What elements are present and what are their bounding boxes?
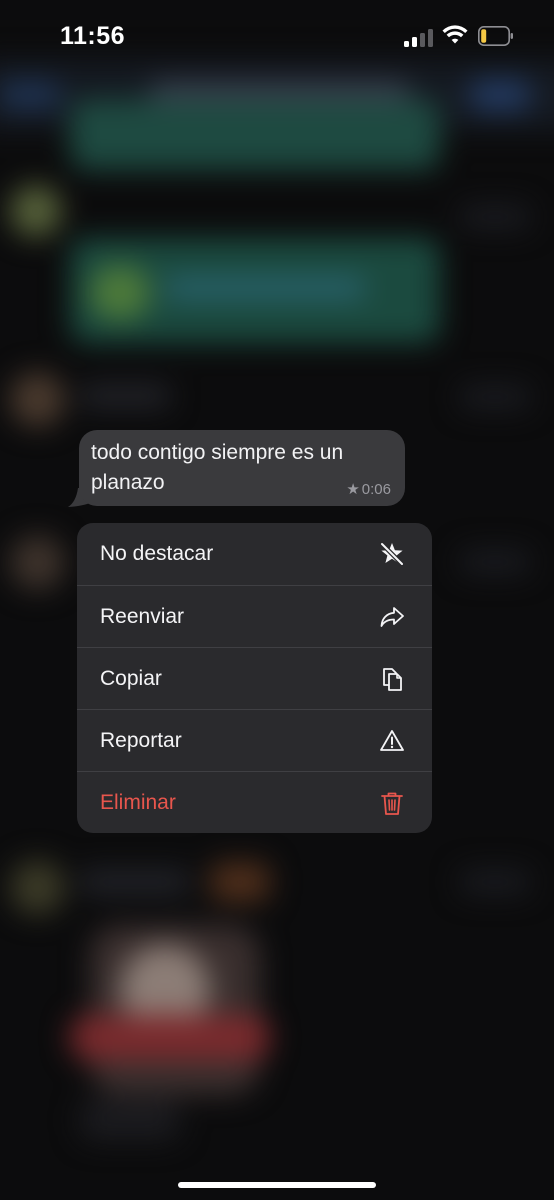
copy-icon xyxy=(378,665,406,693)
message-meta: ★ 0:06 xyxy=(346,480,391,499)
menu-item-report[interactable]: Reportar xyxy=(77,710,432,772)
menu-item-forward[interactable]: Reenviar xyxy=(77,586,432,648)
menu-item-copy[interactable]: Copiar xyxy=(77,648,432,710)
status-time: 11:56 xyxy=(60,22,126,50)
menu-item-delete[interactable]: Eliminar xyxy=(77,772,432,833)
unstar-icon xyxy=(378,540,406,568)
forward-icon xyxy=(378,603,406,631)
menu-item-unstar[interactable]: No destacar xyxy=(77,523,432,585)
message-text: todo contigo siempre es un planazo xyxy=(91,441,344,494)
trash-icon xyxy=(378,789,406,817)
menu-item-label: Eliminar xyxy=(100,791,176,814)
battery-icon xyxy=(478,26,513,46)
menu-item-label: Reportar xyxy=(100,729,182,752)
star-icon: ★ xyxy=(346,481,360,498)
status-bar: 11:56 xyxy=(0,0,554,80)
menu-item-label: Copiar xyxy=(100,667,162,690)
home-indicator[interactable] xyxy=(178,1182,376,1188)
warning-icon xyxy=(378,727,406,755)
message-bubble[interactable]: todo contigo siempre es un planazo ★ 0:0… xyxy=(79,430,405,506)
wifi-icon xyxy=(442,25,468,44)
cellular-signal-icon xyxy=(404,27,434,47)
menu-item-label: Reenviar xyxy=(100,605,185,628)
menu-item-label: No destacar xyxy=(100,542,214,565)
message-time: 0:06 xyxy=(361,480,391,498)
context-menu: No destacar Reenviar Copiar Reportar Eli… xyxy=(77,523,432,833)
